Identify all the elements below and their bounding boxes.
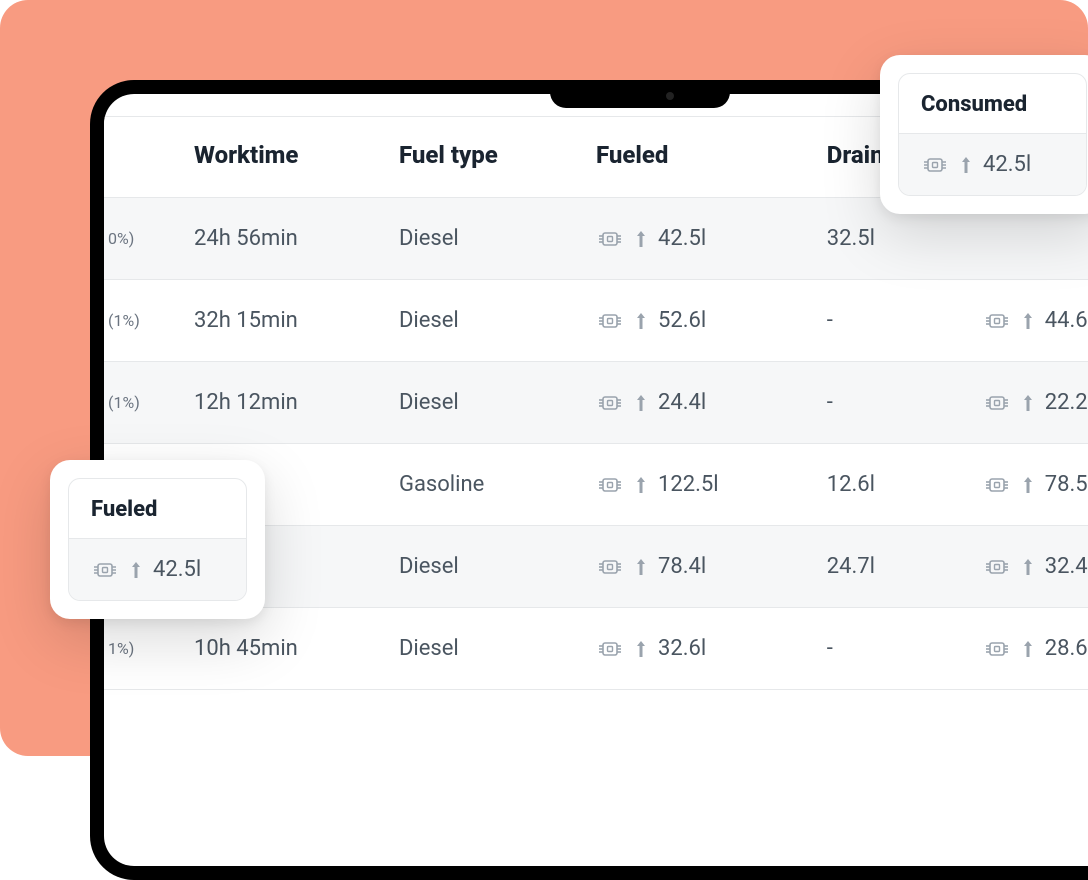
- chip-icon: [983, 392, 1011, 414]
- arrow-up-icon: [1021, 474, 1035, 496]
- row-consumed: 22.2l: [963, 362, 1088, 444]
- table-row[interactable]: (1%)12h 12minDiesel 24.4l - 22.2l: [104, 362, 1088, 444]
- fueled-value: 78.4l: [658, 554, 706, 579]
- chip-icon: [921, 154, 949, 176]
- row-worktime: 32h 15min: [174, 280, 379, 362]
- arrow-up-icon: [634, 556, 648, 578]
- row-consumed: 44.6l: [963, 280, 1088, 362]
- row-consumed: 28.6l: [963, 608, 1088, 690]
- row-fuel-type: Diesel: [379, 362, 576, 444]
- chip-icon: [596, 310, 624, 332]
- row-fuel-type: Diesel: [379, 608, 576, 690]
- consumed-value: 32.4l: [1045, 554, 1088, 579]
- row-fuel-type: Diesel: [379, 526, 576, 608]
- row-drained: -: [807, 362, 963, 444]
- fueled-card-value: 42.5l: [153, 557, 201, 582]
- chip-icon: [596, 556, 624, 578]
- row-fueled: 122.5l: [576, 444, 807, 526]
- consumed-card-value: 42.5l: [983, 152, 1031, 177]
- arrow-up-icon: [1021, 392, 1035, 414]
- row-fueled: 24.4l: [576, 362, 807, 444]
- col-worktime[interactable]: Worktime: [174, 117, 379, 198]
- row-consumed: 32.4l: [963, 526, 1088, 608]
- row-fuel-type: Diesel: [379, 280, 576, 362]
- row-fuel-type: Gasoline: [379, 444, 576, 526]
- arrow-up-icon: [1021, 310, 1035, 332]
- chip-icon: [983, 474, 1011, 496]
- row-pct: 0%): [104, 198, 174, 280]
- arrow-up-icon: [634, 392, 648, 414]
- arrow-up-icon: [634, 638, 648, 660]
- row-worktime: 10h 45min: [174, 608, 379, 690]
- arrow-up-icon: [1021, 638, 1035, 660]
- chip-icon: [596, 638, 624, 660]
- col-fuel-type[interactable]: Fuel type: [379, 117, 576, 198]
- fueled-card-body: 42.5l: [69, 539, 246, 600]
- table-row[interactable]: 1%)10h 45minDiesel 32.6l - 28.6l: [104, 608, 1088, 690]
- device-notch: [550, 80, 730, 108]
- row-fueled: 78.4l: [576, 526, 807, 608]
- row-consumed: 78.5l: [963, 444, 1088, 526]
- chip-icon: [983, 310, 1011, 332]
- chip-icon: [596, 228, 624, 250]
- row-fuel-type: Diesel: [379, 198, 576, 280]
- row-drained: 12.6l: [807, 444, 963, 526]
- col-fueled[interactable]: Fueled: [576, 117, 807, 198]
- fueled-value: 42.5l: [658, 226, 706, 251]
- consumed-value: 44.6l: [1045, 308, 1088, 333]
- row-fueled: 32.6l: [576, 608, 807, 690]
- consumed-value: 78.5l: [1045, 472, 1088, 497]
- row-pct: 1%): [104, 608, 174, 690]
- consumed-value: 22.2l: [1045, 390, 1088, 415]
- consumed-card: Consumed 42.5l: [880, 55, 1088, 214]
- arrow-up-icon: [634, 474, 648, 496]
- row-worktime: 12h 12min: [174, 362, 379, 444]
- fueled-card-title: Fueled: [69, 479, 246, 539]
- chip-icon: [983, 638, 1011, 660]
- row-drained: -: [807, 280, 963, 362]
- chip-icon: [596, 474, 624, 496]
- row-fueled: 42.5l: [576, 198, 807, 280]
- arrow-up-icon: [1021, 556, 1035, 578]
- arrow-up-icon: [634, 310, 648, 332]
- arrow-up-icon: [959, 154, 973, 176]
- background-panel: Worktime Fuel type Fueled Draine 0%)24h …: [0, 0, 1088, 756]
- row-pct: (1%): [104, 280, 174, 362]
- table-row[interactable]: (1%)32h 15minDiesel 52.6l - 44.6l: [104, 280, 1088, 362]
- row-pct: (1%): [104, 362, 174, 444]
- chip-icon: [596, 392, 624, 414]
- row-fueled: 52.6l: [576, 280, 807, 362]
- arrow-up-icon: [129, 559, 143, 581]
- consumed-card-body: 42.5l: [899, 134, 1086, 195]
- fueled-value: 52.6l: [658, 308, 706, 333]
- consumed-card-title: Consumed: [899, 74, 1086, 134]
- chip-icon: [983, 556, 1011, 578]
- consumed-value: 28.6l: [1045, 636, 1088, 661]
- row-worktime: 24h 56min: [174, 198, 379, 280]
- row-drained: 24.7l: [807, 526, 963, 608]
- fueled-card: Fueled 42.5l: [50, 460, 265, 619]
- chip-icon: [91, 559, 119, 581]
- fueled-value: 24.4l: [658, 390, 706, 415]
- arrow-up-icon: [634, 228, 648, 250]
- fueled-value: 32.6l: [658, 636, 706, 661]
- fueled-value: 122.5l: [658, 472, 719, 497]
- row-drained: -: [807, 608, 963, 690]
